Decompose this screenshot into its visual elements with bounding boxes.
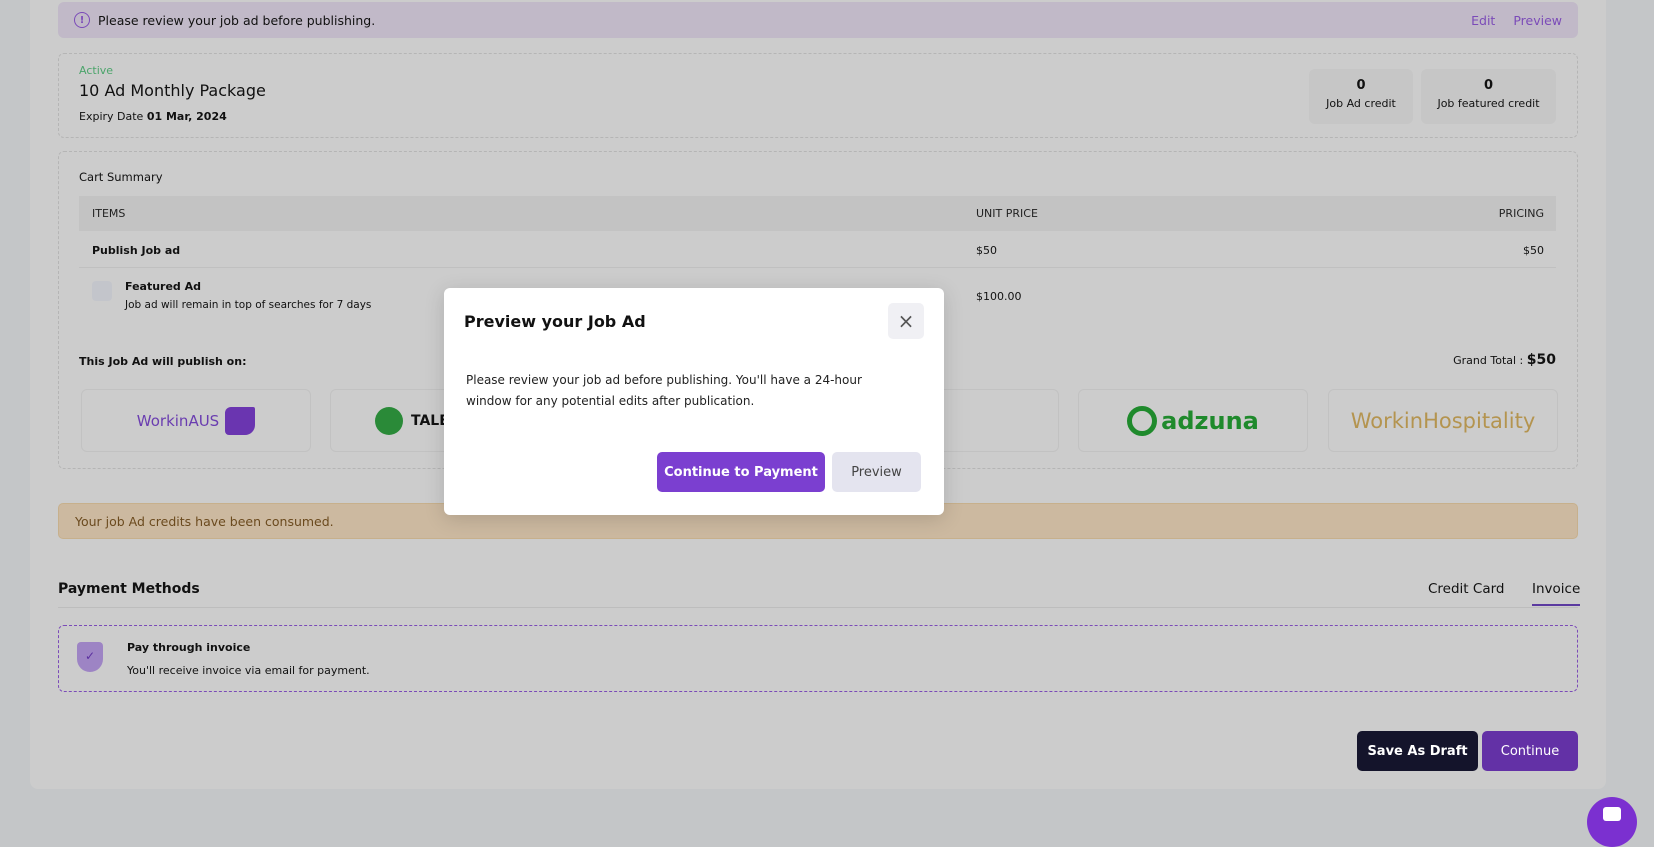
review-banner: ! Please review your job ad before publi…: [58, 2, 1578, 38]
tab-invoice[interactable]: Invoice: [1532, 581, 1581, 606]
logo-adzuna: adzuna: [1078, 389, 1308, 452]
save-draft-button[interactable]: Save As Draft: [1357, 731, 1478, 771]
modal-body: Please review your job ad before publish…: [466, 373, 862, 408]
close-icon[interactable]: ×: [888, 303, 924, 339]
unit-price: $50: [976, 244, 997, 257]
credit-value: 0: [1483, 78, 1494, 93]
table-header: ITEMS UNIT PRICE PRICING: [79, 196, 1556, 231]
banner-text: Please review your job ad before publish…: [98, 12, 376, 28]
shield-check-icon: ✓: [77, 642, 103, 672]
preview-link[interactable]: Preview: [1513, 13, 1562, 28]
credit-value: 0: [1356, 78, 1366, 93]
col-pricing: PRICING: [1498, 207, 1544, 220]
modal-preview-button[interactable]: Preview: [832, 452, 921, 492]
modal-title: Preview your Job Ad: [464, 312, 646, 331]
package-status: Active: [79, 64, 114, 77]
col-unit-price: UNIT PRICE: [976, 207, 1038, 220]
credit-label: Job featured credit: [1437, 97, 1540, 110]
payment-methods-title: Payment Methods: [58, 581, 200, 597]
invoice-desc: You'll receive invoice via email for pay…: [127, 664, 370, 677]
featured-ad-checkbox[interactable]: [92, 281, 112, 301]
logo-workinhospitality: WorkinHospitality: [1328, 389, 1558, 452]
chat-button[interactable]: [1587, 797, 1637, 847]
preview-modal: Preview your Job Ad × Please review your…: [444, 288, 944, 515]
table-row: Publish Job ad $50 $50: [79, 231, 1556, 268]
col-items: ITEMS: [92, 207, 126, 220]
package-name: 10 Ad Monthly Package: [79, 81, 266, 100]
invoice-option[interactable]: ✓ Pay through invoice You'll receive inv…: [58, 625, 1578, 692]
tab-credit-card[interactable]: Credit Card: [1428, 581, 1504, 597]
credit-label: Job Ad credit: [1326, 97, 1396, 110]
alert-icon: !: [74, 12, 90, 28]
divider: [58, 607, 1578, 608]
item-name: Featured Ad: [125, 280, 202, 293]
continue-to-payment-button[interactable]: Continue to Payment: [657, 452, 825, 492]
grand-total-label: Grand Total :: [1453, 354, 1524, 367]
pricing: $50: [1523, 244, 1544, 257]
expiry-label: Expiry Date: [79, 110, 144, 123]
expiry-date: Expiry Date 01 Mar, 2024: [79, 110, 227, 123]
grand-total-value: $50: [1526, 352, 1556, 368]
continue-button[interactable]: Continue: [1482, 731, 1578, 771]
edit-link[interactable]: Edit: [1471, 13, 1495, 28]
cart-title: Cart Summary: [79, 170, 163, 184]
publish-on-label: This Job Ad will publish on:: [79, 355, 247, 368]
item-desc: Job ad will remain in top of searches fo…: [125, 299, 372, 311]
invoice-title: Pay through invoice: [127, 641, 251, 654]
item-name: Publish Job ad: [92, 244, 181, 257]
chat-icon: [1603, 807, 1621, 821]
job-featured-credit: 0 Job featured credit: [1421, 69, 1556, 124]
logo-workinaus: WorkinAUS: [81, 389, 311, 452]
expiry-value: 01 Mar, 2024: [146, 110, 227, 123]
unit-price: $100.00: [976, 290, 1022, 303]
job-ad-credit: 0 Job Ad credit: [1309, 69, 1413, 124]
grand-total: Grand Total : $50: [1453, 352, 1556, 368]
